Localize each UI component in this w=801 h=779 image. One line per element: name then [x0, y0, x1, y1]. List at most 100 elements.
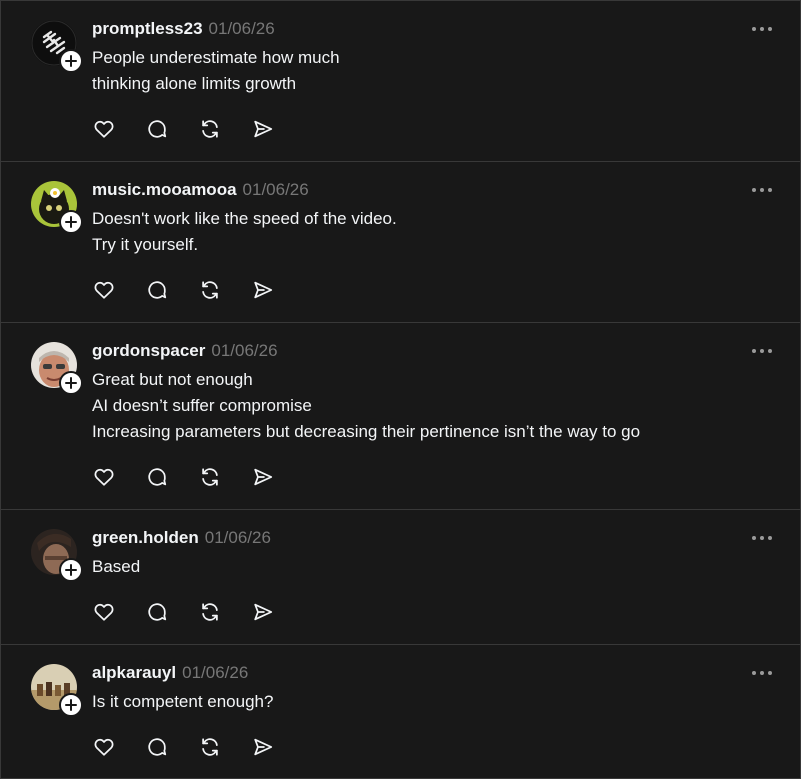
post-text-line: Try it yourself. — [92, 235, 199, 254]
avatar-wrap — [31, 664, 83, 717]
username-link[interactable]: gordonspacer — [92, 341, 205, 361]
more-dot — [768, 671, 772, 675]
send-icon — [253, 603, 272, 620]
repost-button[interactable] — [198, 278, 221, 301]
send-icon — [253, 120, 272, 137]
comment-icon — [147, 280, 166, 299]
comment-icon — [147, 737, 166, 756]
heart-icon — [94, 738, 113, 756]
username-link[interactable]: alpkarauyl — [92, 663, 176, 683]
post-date: 01/06/26 — [208, 19, 275, 38]
follow-button[interactable] — [59, 49, 83, 73]
heart-icon — [94, 468, 113, 486]
plus-icon — [65, 216, 77, 228]
post-text: Doesn't work like the speed of the video… — [92, 206, 780, 258]
share-button[interactable] — [251, 117, 274, 140]
replies-feed: promptless23 01/06/26 People underestima… — [0, 0, 801, 779]
post-date: 01/06/26 — [182, 663, 249, 682]
send-icon — [253, 738, 272, 755]
more-options-button[interactable] — [748, 530, 776, 546]
plus-icon — [65, 564, 77, 576]
post-text-line: thinking alone limits growth — [92, 74, 297, 93]
post-actions — [92, 465, 274, 488]
username-link[interactable]: green.holden — [92, 528, 199, 548]
reply-button[interactable] — [145, 600, 168, 623]
post-header: music.mooamooa 01/06/26 — [92, 180, 780, 204]
post-date: 01/06/26 — [242, 180, 309, 199]
share-button[interactable] — [251, 278, 274, 301]
more-options-button[interactable] — [748, 343, 776, 359]
post-header: gordonspacer 01/06/26 — [92, 341, 780, 365]
more-options-button[interactable] — [748, 21, 776, 37]
repost-button[interactable] — [198, 117, 221, 140]
plus-icon — [65, 699, 77, 711]
comment-icon — [147, 602, 166, 621]
share-button[interactable] — [251, 735, 274, 758]
reply-button[interactable] — [145, 117, 168, 140]
follow-button[interactable] — [59, 558, 83, 582]
post-header: green.holden 01/06/26 — [92, 528, 780, 552]
more-dot — [752, 536, 756, 540]
post-text: Is it competent enough? — [92, 689, 780, 715]
avatar-wrap — [31, 529, 83, 582]
heart-icon — [94, 281, 113, 299]
like-button[interactable] — [92, 735, 115, 758]
avatar-wrap — [31, 342, 83, 395]
more-dot — [760, 27, 764, 31]
post-text: People underestimate how much thinking a… — [92, 45, 780, 97]
post-text-line: Great but not enough — [92, 370, 253, 389]
comment-icon — [147, 119, 166, 138]
post: green.holden 01/06/26 Based — [1, 510, 800, 645]
like-button[interactable] — [92, 600, 115, 623]
post-content: green.holden 01/06/26 Based — [92, 528, 780, 580]
post: alpkarauyl 01/06/26 Is it competent enou… — [1, 645, 800, 778]
username-link[interactable]: promptless23 — [92, 19, 203, 39]
reply-button[interactable] — [145, 278, 168, 301]
post-header: alpkarauyl 01/06/26 — [92, 663, 780, 687]
post-content: music.mooamooa 01/06/26 Doesn't work lik… — [92, 180, 780, 258]
send-icon — [253, 468, 272, 485]
post-text-line: Based — [92, 557, 141, 576]
repost-button[interactable] — [198, 735, 221, 758]
like-button[interactable] — [92, 465, 115, 488]
avatar-wrap — [31, 181, 83, 234]
follow-button[interactable] — [59, 693, 83, 717]
post-text-line: AI doesn’t suffer compromise — [92, 396, 312, 415]
more-options-button[interactable] — [748, 182, 776, 198]
plus-icon — [65, 377, 77, 389]
share-button[interactable] — [251, 465, 274, 488]
post: gordonspacer 01/06/26 Great but not enou… — [1, 323, 800, 510]
more-dot — [760, 671, 764, 675]
comment-icon — [147, 467, 166, 486]
post: music.mooamooa 01/06/26 Doesn't work lik… — [1, 162, 800, 323]
repost-button[interactable] — [198, 465, 221, 488]
username-link[interactable]: music.mooamooa — [92, 180, 237, 200]
reply-button[interactable] — [145, 735, 168, 758]
more-dot — [768, 27, 772, 31]
reply-button[interactable] — [145, 465, 168, 488]
post-actions — [92, 735, 274, 758]
more-dot — [768, 188, 772, 192]
repost-icon — [201, 602, 218, 621]
share-button[interactable] — [251, 600, 274, 623]
repost-button[interactable] — [198, 600, 221, 623]
post-text-line: Doesn't work like the speed of the video… — [92, 209, 397, 228]
post-text-line: People underestimate how much — [92, 48, 340, 67]
more-options-button[interactable] — [748, 665, 776, 681]
post-date: 01/06/26 — [211, 341, 278, 360]
repost-icon — [201, 467, 218, 486]
post-content: promptless23 01/06/26 People underestima… — [92, 19, 780, 97]
repost-icon — [201, 119, 218, 138]
post-text-line: Is it competent enough? — [92, 692, 274, 711]
follow-button[interactable] — [59, 210, 83, 234]
follow-button[interactable] — [59, 371, 83, 395]
heart-icon — [94, 603, 113, 621]
post-content: alpkarauyl 01/06/26 Is it competent enou… — [92, 663, 780, 715]
more-dot — [752, 349, 756, 353]
like-button[interactable] — [92, 278, 115, 301]
post-header: promptless23 01/06/26 — [92, 19, 780, 43]
post-date: 01/06/26 — [204, 528, 271, 547]
more-dot — [768, 349, 772, 353]
like-button[interactable] — [92, 117, 115, 140]
more-dot — [760, 188, 764, 192]
